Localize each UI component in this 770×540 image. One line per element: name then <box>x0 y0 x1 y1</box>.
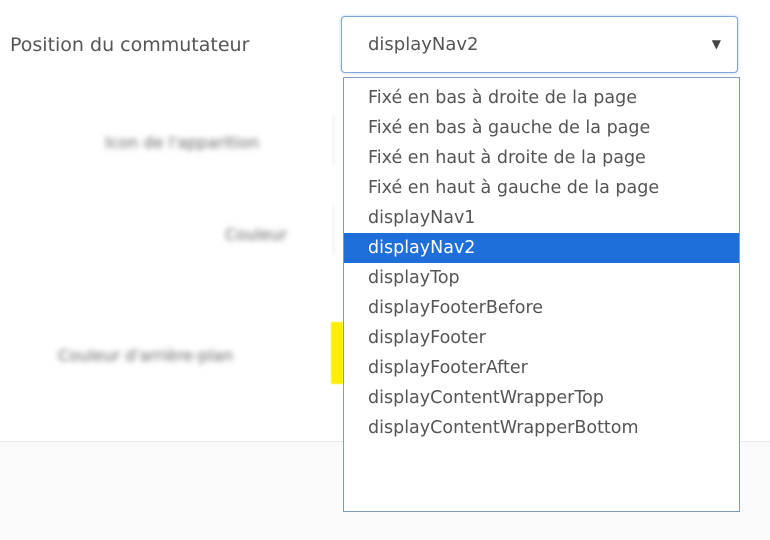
dropdown-option[interactable]: displayTop <box>344 263 739 293</box>
dropdown-option[interactable]: displayFooterAfter <box>344 353 739 383</box>
background-row-label: Icon de l'apparition <box>105 133 260 152</box>
dropdown-option[interactable]: Fixé en haut à gauche de la page <box>344 173 739 203</box>
background-row-label: Couleur d'arrière-plan <box>58 346 234 365</box>
background-row-label: Couleur <box>225 225 288 244</box>
dropdown-option[interactable]: displayNav1 <box>344 203 739 233</box>
dropdown-option[interactable]: Fixé en haut à droite de la page <box>344 143 739 173</box>
dropdown-option[interactable]: Fixé en bas à droite de la page <box>344 83 739 113</box>
settings-page: Position du commutateur displayNav2 ▼ Ic… <box>0 0 770 540</box>
dropdown-option[interactable]: displayFooterBefore <box>344 293 739 323</box>
dropdown-option[interactable]: displayContentWrapperBottom <box>344 413 739 443</box>
select-current-value: displayNav2 <box>368 34 479 55</box>
dropdown-option[interactable]: displayContentWrapperTop <box>344 383 739 413</box>
color-swatch <box>331 322 343 384</box>
dropdown-option[interactable]: displayNav2 <box>344 233 739 263</box>
dropdown-option[interactable]: displayFooter <box>344 323 739 353</box>
chevron-down-icon: ▼ <box>711 37 721 51</box>
switcher-position-select[interactable]: displayNav2 ▼ <box>341 16 738 73</box>
switcher-position-dropdown-list[interactable]: Fixé en bas à droite de la page Fixé en b… <box>343 77 740 512</box>
background-row-divider <box>333 205 340 255</box>
background-row-divider <box>333 115 340 165</box>
dropdown-option[interactable]: Fixé en bas à gauche de la page <box>344 113 739 143</box>
switcher-position-label: Position du commutateur <box>10 34 250 56</box>
